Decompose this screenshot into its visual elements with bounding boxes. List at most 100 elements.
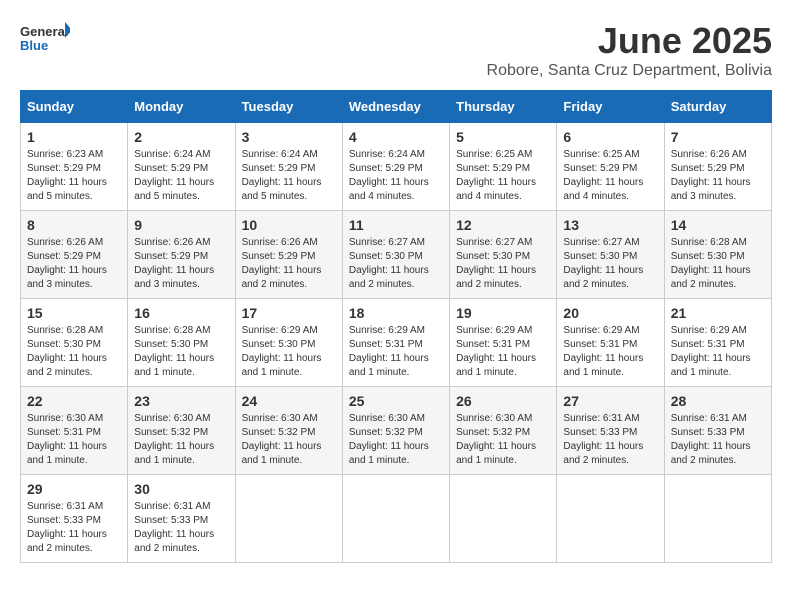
logo: General Blue	[20, 20, 70, 60]
day-info: Sunrise: 6:26 AMSunset: 5:29 PMDaylight:…	[671, 148, 765, 204]
calendar-cell: 2 Sunrise: 6:24 AMSunset: 5:29 PMDaylight…	[128, 123, 235, 211]
day-info: Sunrise: 6:27 AMSunset: 5:30 PMDaylight:…	[349, 236, 443, 292]
weekday-header-row: SundayMondayTuesdayWednesdayThursdayFrid…	[21, 91, 772, 123]
title-area: June 2025 Robore, Santa Cruz Department,…	[487, 20, 772, 80]
day-number: 30	[134, 481, 228, 497]
header: General Blue June 2025 Robore, Santa Cru…	[20, 20, 772, 80]
weekday-header-friday: Friday	[557, 91, 664, 123]
day-number: 12	[456, 217, 550, 233]
calendar-week-row: 15 Sunrise: 6:28 AMSunset: 5:30 PMDayligh…	[21, 299, 772, 387]
calendar-cell: 26 Sunrise: 6:30 AMSunset: 5:32 PMDayligh…	[450, 387, 557, 475]
day-number: 16	[134, 305, 228, 321]
day-number: 1	[27, 129, 121, 145]
weekday-header-wednesday: Wednesday	[342, 91, 449, 123]
day-info: Sunrise: 6:24 AMSunset: 5:29 PMDaylight:…	[242, 148, 336, 204]
calendar-cell: 17Sunrise: 6:29 AMSunset: 5:30 PMDayligh…	[235, 299, 342, 387]
day-info: Sunrise: 6:26 AMSunset: 5:29 PMDaylight:…	[242, 236, 336, 292]
calendar-cell: 19 Sunrise: 6:29 AMSunset: 5:31 PMDayligh…	[450, 299, 557, 387]
day-info: Sunrise: 6:30 AMSunset: 5:32 PMDaylight:…	[134, 412, 228, 468]
calendar-cell: 16 Sunrise: 6:28 AMSunset: 5:30 PMDayligh…	[128, 299, 235, 387]
day-info: Sunrise: 6:30 AMSunset: 5:32 PMDaylight:…	[242, 412, 336, 468]
day-info: Sunrise: 6:27 AMSunset: 5:30 PMDaylight:…	[563, 236, 657, 292]
calendar-cell: 22Sunrise: 6:30 AMSunset: 5:31 PMDayligh…	[21, 387, 128, 475]
day-number: 28	[671, 393, 765, 409]
day-number: 21	[671, 305, 765, 321]
calendar-cell: 21 Sunrise: 6:29 AMSunset: 5:31 PMDayligh…	[664, 299, 771, 387]
calendar-cell: 27Sunrise: 6:31 AMSunset: 5:33 PMDayligh…	[557, 387, 664, 475]
calendar-cell: 8 Sunrise: 6:26 AMSunset: 5:29 PMDaylight…	[21, 211, 128, 299]
day-info: Sunrise: 6:31 AMSunset: 5:33 PMDaylight:…	[563, 412, 657, 468]
weekday-header-tuesday: Tuesday	[235, 91, 342, 123]
svg-text:General: General	[20, 24, 68, 39]
day-number: 3	[242, 129, 336, 145]
day-info: Sunrise: 6:29 AMSunset: 5:31 PMDaylight:…	[349, 324, 443, 380]
day-info: Sunrise: 6:25 AMSunset: 5:29 PMDaylight:…	[563, 148, 657, 204]
day-info: Sunrise: 6:31 AMSunset: 5:33 PMDaylight:…	[671, 412, 765, 468]
calendar-cell: 18Sunrise: 6:29 AMSunset: 5:31 PMDayligh…	[342, 299, 449, 387]
calendar-cell: 23 Sunrise: 6:30 AMSunset: 5:32 PMDayligh…	[128, 387, 235, 475]
calendar-week-row: 1 Sunrise: 6:23 AMSunset: 5:29 PMDaylight…	[21, 123, 772, 211]
day-number: 7	[671, 129, 765, 145]
day-info: Sunrise: 6:28 AMSunset: 5:30 PMDaylight:…	[671, 236, 765, 292]
day-number: 10	[242, 217, 336, 233]
calendar-cell	[557, 475, 664, 563]
calendar-cell: 12 Sunrise: 6:27 AMSunset: 5:30 PMDayligh…	[450, 211, 557, 299]
calendar-cell: 15 Sunrise: 6:28 AMSunset: 5:30 PMDayligh…	[21, 299, 128, 387]
day-info: Sunrise: 6:29 AMSunset: 5:31 PMDaylight:…	[456, 324, 550, 380]
calendar-cell: 28 Sunrise: 6:31 AMSunset: 5:33 PMDayligh…	[664, 387, 771, 475]
calendar-cell: 5 Sunrise: 6:25 AMSunset: 5:29 PMDaylight…	[450, 123, 557, 211]
calendar-cell	[235, 475, 342, 563]
calendar-cell: 4Sunrise: 6:24 AMSunset: 5:29 PMDaylight…	[342, 123, 449, 211]
calendar-cell: 7 Sunrise: 6:26 AMSunset: 5:29 PMDaylight…	[664, 123, 771, 211]
calendar-cell: 10 Sunrise: 6:26 AMSunset: 5:29 PMDayligh…	[235, 211, 342, 299]
calendar-cell: 11 Sunrise: 6:27 AMSunset: 5:30 PMDayligh…	[342, 211, 449, 299]
calendar-week-row: 29 Sunrise: 6:31 AMSunset: 5:33 PMDayligh…	[21, 475, 772, 563]
day-number: 20	[563, 305, 657, 321]
day-info: Sunrise: 6:28 AMSunset: 5:30 PMDaylight:…	[27, 324, 121, 380]
calendar-table: SundayMondayTuesdayWednesdayThursdayFrid…	[20, 90, 772, 563]
day-info: Sunrise: 6:23 AMSunset: 5:29 PMDaylight:…	[27, 148, 121, 204]
day-info: Sunrise: 6:31 AMSunset: 5:33 PMDaylight:…	[27, 500, 121, 556]
day-info: Sunrise: 6:27 AMSunset: 5:30 PMDaylight:…	[456, 236, 550, 292]
calendar-cell: 13Sunrise: 6:27 AMSunset: 5:30 PMDayligh…	[557, 211, 664, 299]
calendar-cell: 30 Sunrise: 6:31 AMSunset: 5:33 PMDayligh…	[128, 475, 235, 563]
day-info: Sunrise: 6:30 AMSunset: 5:32 PMDaylight:…	[456, 412, 550, 468]
weekday-header-thursday: Thursday	[450, 91, 557, 123]
calendar-cell: 14Sunrise: 6:28 AMSunset: 5:30 PMDayligh…	[664, 211, 771, 299]
day-number: 19	[456, 305, 550, 321]
day-info: Sunrise: 6:31 AMSunset: 5:33 PMDaylight:…	[134, 500, 228, 556]
day-number: 8	[27, 217, 121, 233]
day-number: 9	[134, 217, 228, 233]
day-number: 23	[134, 393, 228, 409]
calendar-cell: 1 Sunrise: 6:23 AMSunset: 5:29 PMDaylight…	[21, 123, 128, 211]
calendar-cell: 25Sunrise: 6:30 AMSunset: 5:32 PMDayligh…	[342, 387, 449, 475]
logo-svg: General Blue	[20, 20, 70, 60]
day-number: 22	[27, 393, 121, 409]
day-number: 24	[242, 393, 336, 409]
calendar-cell	[342, 475, 449, 563]
calendar-cell: 20Sunrise: 6:29 AMSunset: 5:31 PMDayligh…	[557, 299, 664, 387]
calendar-week-row: 8 Sunrise: 6:26 AMSunset: 5:29 PMDaylight…	[21, 211, 772, 299]
day-number: 6	[563, 129, 657, 145]
day-info: Sunrise: 6:29 AMSunset: 5:30 PMDaylight:…	[242, 324, 336, 380]
day-number: 15	[27, 305, 121, 321]
day-number: 4	[349, 129, 443, 145]
calendar-cell	[664, 475, 771, 563]
day-info: Sunrise: 6:29 AMSunset: 5:31 PMDaylight:…	[671, 324, 765, 380]
day-info: Sunrise: 6:26 AMSunset: 5:29 PMDaylight:…	[27, 236, 121, 292]
day-number: 29	[27, 481, 121, 497]
day-number: 11	[349, 217, 443, 233]
weekday-header-saturday: Saturday	[664, 91, 771, 123]
day-info: Sunrise: 6:25 AMSunset: 5:29 PMDaylight:…	[456, 148, 550, 204]
weekday-header-monday: Monday	[128, 91, 235, 123]
calendar-cell: 29 Sunrise: 6:31 AMSunset: 5:33 PMDayligh…	[21, 475, 128, 563]
day-number: 25	[349, 393, 443, 409]
day-info: Sunrise: 6:24 AMSunset: 5:29 PMDaylight:…	[134, 148, 228, 204]
day-number: 2	[134, 129, 228, 145]
day-info: Sunrise: 6:26 AMSunset: 5:29 PMDaylight:…	[134, 236, 228, 292]
calendar-cell: 3 Sunrise: 6:24 AMSunset: 5:29 PMDaylight…	[235, 123, 342, 211]
day-number: 26	[456, 393, 550, 409]
day-number: 5	[456, 129, 550, 145]
day-info: Sunrise: 6:28 AMSunset: 5:30 PMDaylight:…	[134, 324, 228, 380]
svg-text:Blue: Blue	[20, 38, 48, 53]
